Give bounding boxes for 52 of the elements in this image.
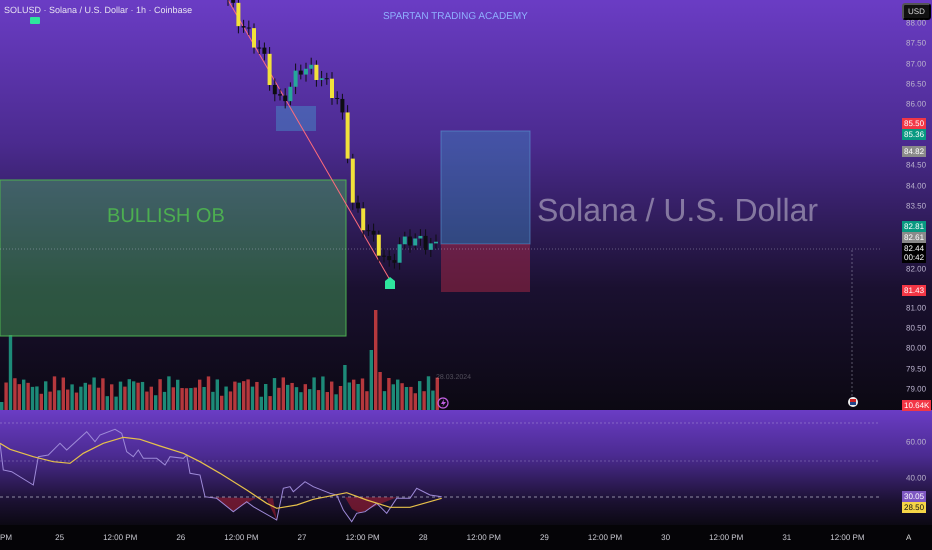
axis-tick: 79.00 [906,384,926,394]
axis-tick: 82.00 [906,264,926,274]
price-label: 81.43 [902,285,926,296]
axis-tick: 80.00 [906,344,926,353]
time-label: 29 [540,533,549,542]
time-label: 28 [418,533,428,542]
price-label: 28.50 [902,502,926,513]
currency-button[interactable]: USD [902,3,931,20]
signal-marker [385,277,395,289]
axis-tick: 83.50 [906,202,926,210]
time-label: 12:00 PM [466,533,501,542]
symbol-watermark: Solana / U.S. Dollar [537,192,818,229]
axis-tick: 86.00 [906,100,926,109]
axis-tick: 84.00 [906,181,926,190]
time-label: 25 [55,533,64,542]
time-label: 12:00 PM [830,533,865,542]
price-label: 30.05 [902,491,926,502]
time-label: 12:00 PM [709,533,744,542]
price-label: 85.50 [902,118,926,129]
time-label: 12:00 PM [588,533,622,542]
time-label: 30 [661,533,670,542]
axis-tick: 80.50 [906,324,926,333]
time-label: 27 [298,533,306,542]
zone-label: BULLISH OB [107,205,225,228]
signal-marker [30,17,40,24]
time-label: 31 [782,533,792,542]
axis-tick: 86.50 [906,80,926,88]
axis-tick: 60.00 [906,438,926,446]
flag-icon[interactable] [848,397,858,407]
price-label: 85.36 [902,129,926,140]
price-label: 84.82 [902,146,926,157]
axis-tick: 87.50 [906,38,926,48]
time-label: 12:00 PM [103,533,138,542]
lightning-icon[interactable] [437,397,449,409]
symbol-title: SOLUSD · Solana / U.S. Dollar · 1h · Coinbase [4,5,192,15]
axis-tick: 81.00 [906,303,926,312]
highlight-box [276,106,316,131]
price-label: 82.61 [902,232,926,243]
price-label: 82.44 00:42 [902,243,926,263]
auto-scale-button[interactable]: A [904,531,914,544]
time-label: 12:00 PM [345,533,380,542]
price-label: 10.64K [902,400,932,411]
axis-tick: 84.50 [906,160,926,170]
time-label: 12:00 PM [224,533,259,542]
axis-tick: 40.00 [906,474,926,482]
time-label: PM [0,533,12,542]
axis-tick: 88.00 [906,18,926,28]
axis-tick: 79.50 [906,364,926,374]
axis-tick: 87.00 [906,59,926,68]
price-label: 82.81 [902,221,926,232]
time-label: 26 [176,533,186,542]
watermark-text: SPARTAN TRADING ACADEMY [383,11,528,22]
